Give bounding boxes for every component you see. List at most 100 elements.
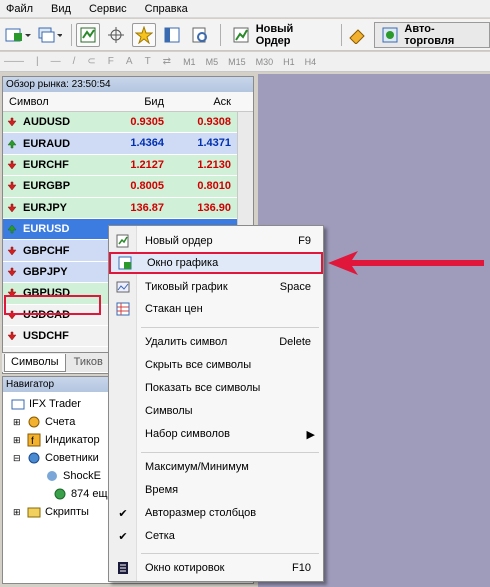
collapse-icon[interactable]: ⊟ (13, 453, 23, 464)
nav-label: Счета (45, 416, 76, 428)
tab-ticks[interactable]: Тиков (67, 354, 109, 372)
menu-item-label: Окно котировок (145, 562, 225, 574)
bid-cell: 0.9305 (130, 116, 164, 128)
navigator-button[interactable] (132, 22, 157, 47)
column-ask[interactable]: Аск (170, 96, 237, 108)
menu-item-label: Максимум/Минимум (145, 461, 249, 473)
timeframe-h1[interactable]: H1 (283, 57, 295, 67)
menu-item-label: Показать все символы (145, 382, 261, 394)
indicator-icon: f (27, 433, 41, 447)
menu-item-label: Набор символов (145, 428, 230, 440)
crosshair-button[interactable] (104, 23, 128, 47)
tester-button[interactable] (188, 23, 212, 47)
market-row-eurjpy[interactable]: EURJPY 136.87 136.90 (3, 197, 253, 219)
expand-icon[interactable]: ⊞ (13, 507, 23, 518)
tick-chart-icon (116, 281, 130, 293)
market-watch-button[interactable] (76, 22, 101, 47)
menu-item-symbols[interactable]: Символы (109, 400, 323, 422)
new-order-button[interactable]: Новый Ордер (225, 22, 337, 48)
nav-item-indicators[interactable]: ⊞ f Индикатор (13, 432, 100, 448)
nav-item-scripts[interactable]: ⊞ Скрипты (13, 504, 89, 520)
expand-icon[interactable]: ⊞ (13, 435, 23, 446)
new-chart-button[interactable] (4, 23, 32, 47)
symbol-name: EURUSD (23, 223, 70, 236)
menu-view[interactable]: Вид (51, 3, 71, 15)
menu-item-quotes-window[interactable]: Окно котировок F10 (109, 557, 323, 579)
vertical-line-icon[interactable]: | (36, 56, 39, 67)
menu-help[interactable]: Справка (145, 3, 188, 15)
menu-item-new-order[interactable]: Новый ордер F9 (109, 230, 323, 252)
red-arrow-annotation (328, 251, 484, 275)
menu-bar: Файл Вид Сервис Справка (0, 0, 490, 18)
arrow-up-icon (7, 139, 17, 149)
timeframe-m15[interactable]: M15 (228, 57, 246, 67)
market-row-eurchf[interactable]: EURCHF 1.2127 1.2130 (3, 154, 253, 177)
expand-icon[interactable]: ⊞ (13, 417, 23, 428)
column-symbol[interactable]: Символ (3, 96, 103, 108)
menu-item-depth-of-market[interactable]: Стакан цен (109, 298, 323, 320)
eurusd-highlight-box (4, 295, 101, 315)
label-icon[interactable]: T (145, 56, 151, 67)
menu-item-symbol-sets[interactable]: Набор символов ▶ (109, 423, 323, 445)
new-order-icon (116, 234, 129, 248)
timeframe-m30[interactable]: M30 (256, 57, 274, 67)
trendline-icon[interactable]: / (73, 56, 76, 67)
timeframe-m1[interactable]: M1 (183, 57, 196, 67)
new-order-label: Новый Ордер (255, 22, 294, 47)
menu-item-label: Авторазмер столбцов (145, 507, 257, 519)
meta-editor-button[interactable] (346, 23, 370, 47)
ask-cell: 1.4371 (197, 137, 231, 150)
crosshair-icon (108, 26, 125, 43)
menu-item-hide-all[interactable]: Скрыть все символы (109, 354, 323, 376)
menu-item-shortcut: F9 (298, 235, 311, 247)
accounts-icon (28, 416, 40, 428)
arrow-down-icon (7, 203, 17, 213)
symbol-name: USDCHF (23, 330, 69, 343)
symbol-name: GBPJPY (23, 265, 68, 278)
menu-item-tick-chart[interactable]: Тиковый график Space (109, 276, 323, 298)
toolbar-separator (71, 23, 73, 46)
symbol-name: EURGBP (23, 180, 71, 193)
terminal-button[interactable] (160, 23, 184, 47)
chart-window-icon (118, 256, 132, 270)
market-watch-header: Символ Бид Аск (3, 92, 253, 112)
nav-item-accounts[interactable]: ⊞ Счета (13, 414, 75, 430)
menu-item-delete-symbol[interactable]: Удалить символ Delete (109, 331, 323, 353)
nav-item-experts[interactable]: ⊟ Советники (13, 450, 99, 466)
menu-service[interactable]: Сервис (89, 3, 127, 15)
menu-separator (141, 553, 319, 554)
nav-item-shock[interactable]: ShockE (45, 468, 101, 484)
tab-symbols[interactable]: Символы (4, 354, 66, 372)
menu-file[interactable]: Файл (6, 3, 33, 15)
horizontal-line-icon[interactable]: — (51, 56, 61, 67)
scripts-icon (27, 507, 41, 518)
market-row-euraud[interactable]: EURAUD 1.4364 1.4371 (3, 133, 253, 155)
menu-item-high-low[interactable]: Максимум/Минимум (109, 456, 323, 478)
nav-item-more[interactable]: 874 ещ (53, 486, 108, 502)
star-icon (135, 25, 154, 44)
menu-item-grid[interactable]: ✔ Сетка (109, 525, 323, 547)
menu-item-chart-window[interactable]: Окно графика (109, 252, 323, 274)
timeframe-h4[interactable]: H4 (305, 57, 317, 67)
nav-item-ifx-trader[interactable]: IFX Trader (11, 396, 81, 412)
profiles-icon (38, 27, 63, 42)
fibonacci-icon[interactable]: F (108, 56, 114, 67)
arrows-icon[interactable]: ⇄ (163, 56, 171, 67)
market-row-audusd[interactable]: AUDUSD 0.9305 0.9308 (3, 112, 253, 134)
timeframe-m5[interactable]: M5 (206, 57, 219, 67)
menu-item-show-all[interactable]: Показать все символы (109, 377, 323, 399)
market-row-eurgbp[interactable]: EURGBP 0.8005 0.8010 (3, 176, 253, 198)
profiles-button[interactable] (36, 23, 64, 47)
ask-cell: 136.90 (197, 201, 231, 214)
cursor-tool-icon[interactable]: —— (4, 56, 24, 67)
main-toolbar: Новый Ордер Авто-торговля (0, 19, 490, 51)
column-bid[interactable]: Бид (103, 96, 170, 108)
menu-item-time[interactable]: Время (109, 479, 323, 501)
menu-item-label: Удалить символ (145, 336, 228, 348)
auto-trading-button[interactable]: Авто-торговля (373, 21, 490, 48)
bid-cell: 136.87 (130, 201, 164, 214)
text-icon[interactable]: A (126, 56, 133, 67)
channel-icon[interactable]: ⊂ (87, 56, 95, 67)
menu-item-label: Тиковый график (145, 281, 228, 293)
menu-item-autosize-columns[interactable]: ✔ Авторазмер столбцов (109, 502, 323, 524)
